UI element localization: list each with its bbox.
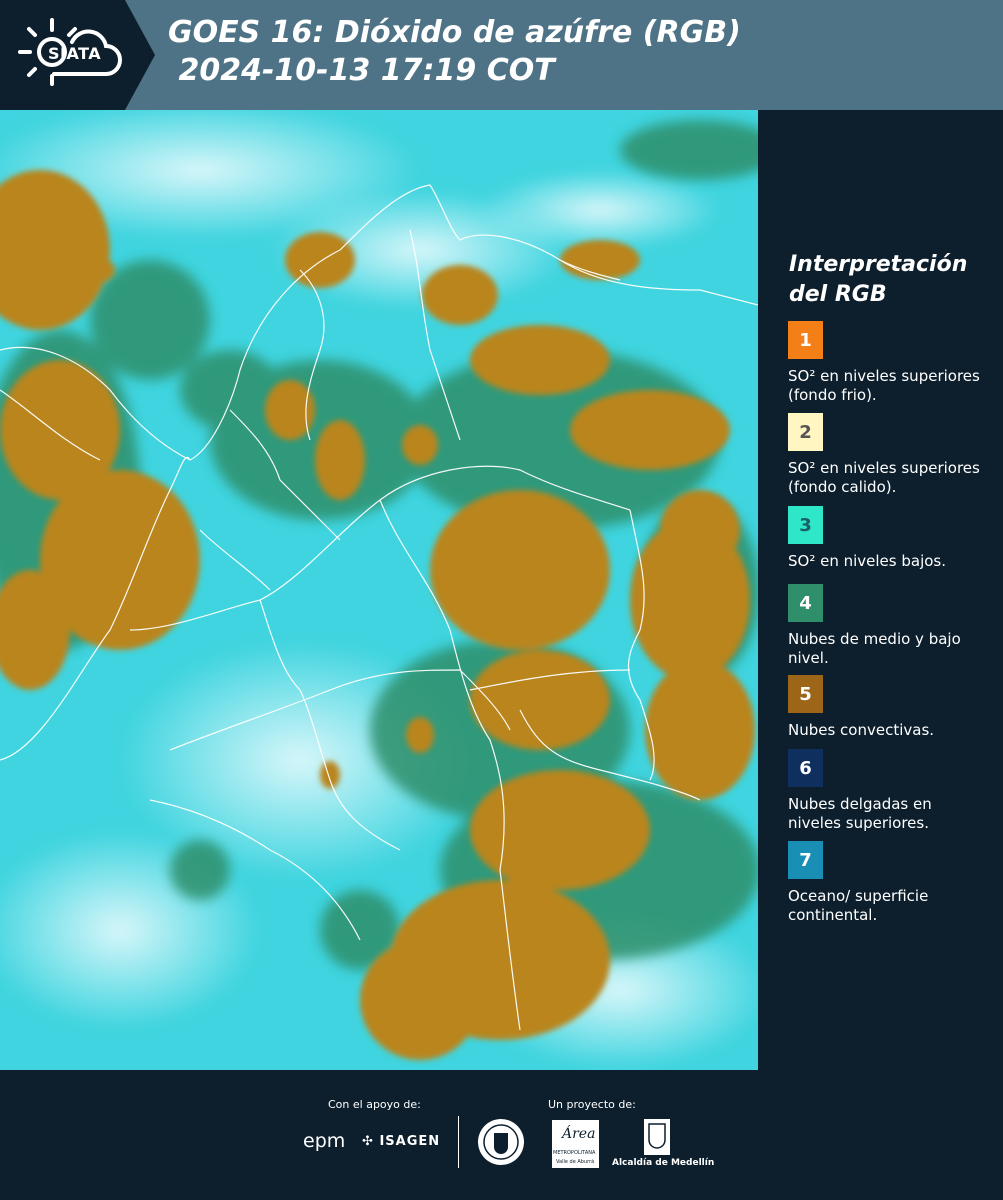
satellite-map[interactable] (0, 110, 758, 1070)
legend-item-7: 7 Oceano/ superficie continental. (788, 841, 988, 925)
metropolitana-logo: Área METROPOLITANA Valle de Aburrá (552, 1120, 599, 1168)
legend-item-1: 1 SO² en niveles superiores (fondo frio). (788, 321, 988, 405)
alcaldia-shield-icon (644, 1119, 670, 1155)
legend-swatch: 5 (788, 675, 823, 713)
epm-logo: epm (303, 1130, 346, 1152)
legend-title: Interpretación del RGB (789, 252, 968, 307)
metropolitana-sub-text: Valle de Aburrá (556, 1159, 595, 1165)
legend-panel: Interpretación del RGB 1 SO² en niveles s… (758, 110, 1003, 1070)
footer-bar: Con el apoyo de: Un proyecto de: epm ✣ I… (0, 1070, 1003, 1200)
legend-swatch: 4 (788, 584, 823, 622)
metropolitana-area-text: Área (562, 1126, 596, 1142)
metropolitana-text: METROPOLITANA (553, 1150, 596, 1156)
legend-label: SO² en niveles superiores (fondo calido)… (788, 459, 980, 496)
legend-swatch: 1 (788, 321, 823, 359)
page-title: GOES 16: Dióxido de azúfre (RGB) 2024-10… (168, 14, 741, 90)
legend-item-4: 4 Nubes de medio y bajo nivel. (788, 584, 988, 668)
legend-swatch: 6 (788, 749, 823, 787)
legend-label: Oceano/ superficie continental. (788, 887, 929, 924)
legend-swatch: 2 (788, 413, 823, 451)
support-label: Con el apoyo de: (328, 1098, 421, 1111)
header-bar: SIATA GOES 16: Dióxido de azúfre (RGB) 2… (0, 0, 1003, 110)
legend-item-3: 3 SO² en niveles bajos. (788, 506, 988, 590)
title-line-1: GOES 16: Dióxido de azúfre (RGB) (168, 15, 741, 50)
legend-label: Nubes delgadas en niveles superiores. (788, 795, 932, 832)
medellin-seal-icon (478, 1119, 524, 1165)
title-line-2: 2024-10-13 17:19 COT (168, 53, 555, 88)
siata-logo-text: SIATA (48, 44, 102, 63)
legend-item-2: 2 SO² en niveles superiores (fondo calido… (788, 413, 988, 497)
legend-label: SO² en niveles superiores (fondo frio). (788, 367, 980, 404)
legend-label: Nubes de medio y bajo nivel. (788, 630, 961, 667)
legend-item-6: 6 Nubes delgadas en niveles superiores. (788, 749, 988, 833)
project-label: Un proyecto de: (548, 1098, 636, 1111)
legend-swatch: 7 (788, 841, 823, 879)
legend-swatch: 3 (788, 506, 823, 544)
legend-item-5: 5 Nubes convectivas. (788, 675, 988, 759)
isagen-logo: ✣ ISAGEN (362, 1134, 440, 1149)
isagen-icon: ✣ (362, 1134, 374, 1149)
siata-logo: SIATA (0, 0, 155, 110)
isagen-text: ISAGEN (379, 1134, 441, 1149)
footer-divider (458, 1116, 459, 1168)
alcaldia-label: Alcaldía de Medellín (612, 1158, 715, 1168)
rgb-map-image (0, 110, 758, 1070)
